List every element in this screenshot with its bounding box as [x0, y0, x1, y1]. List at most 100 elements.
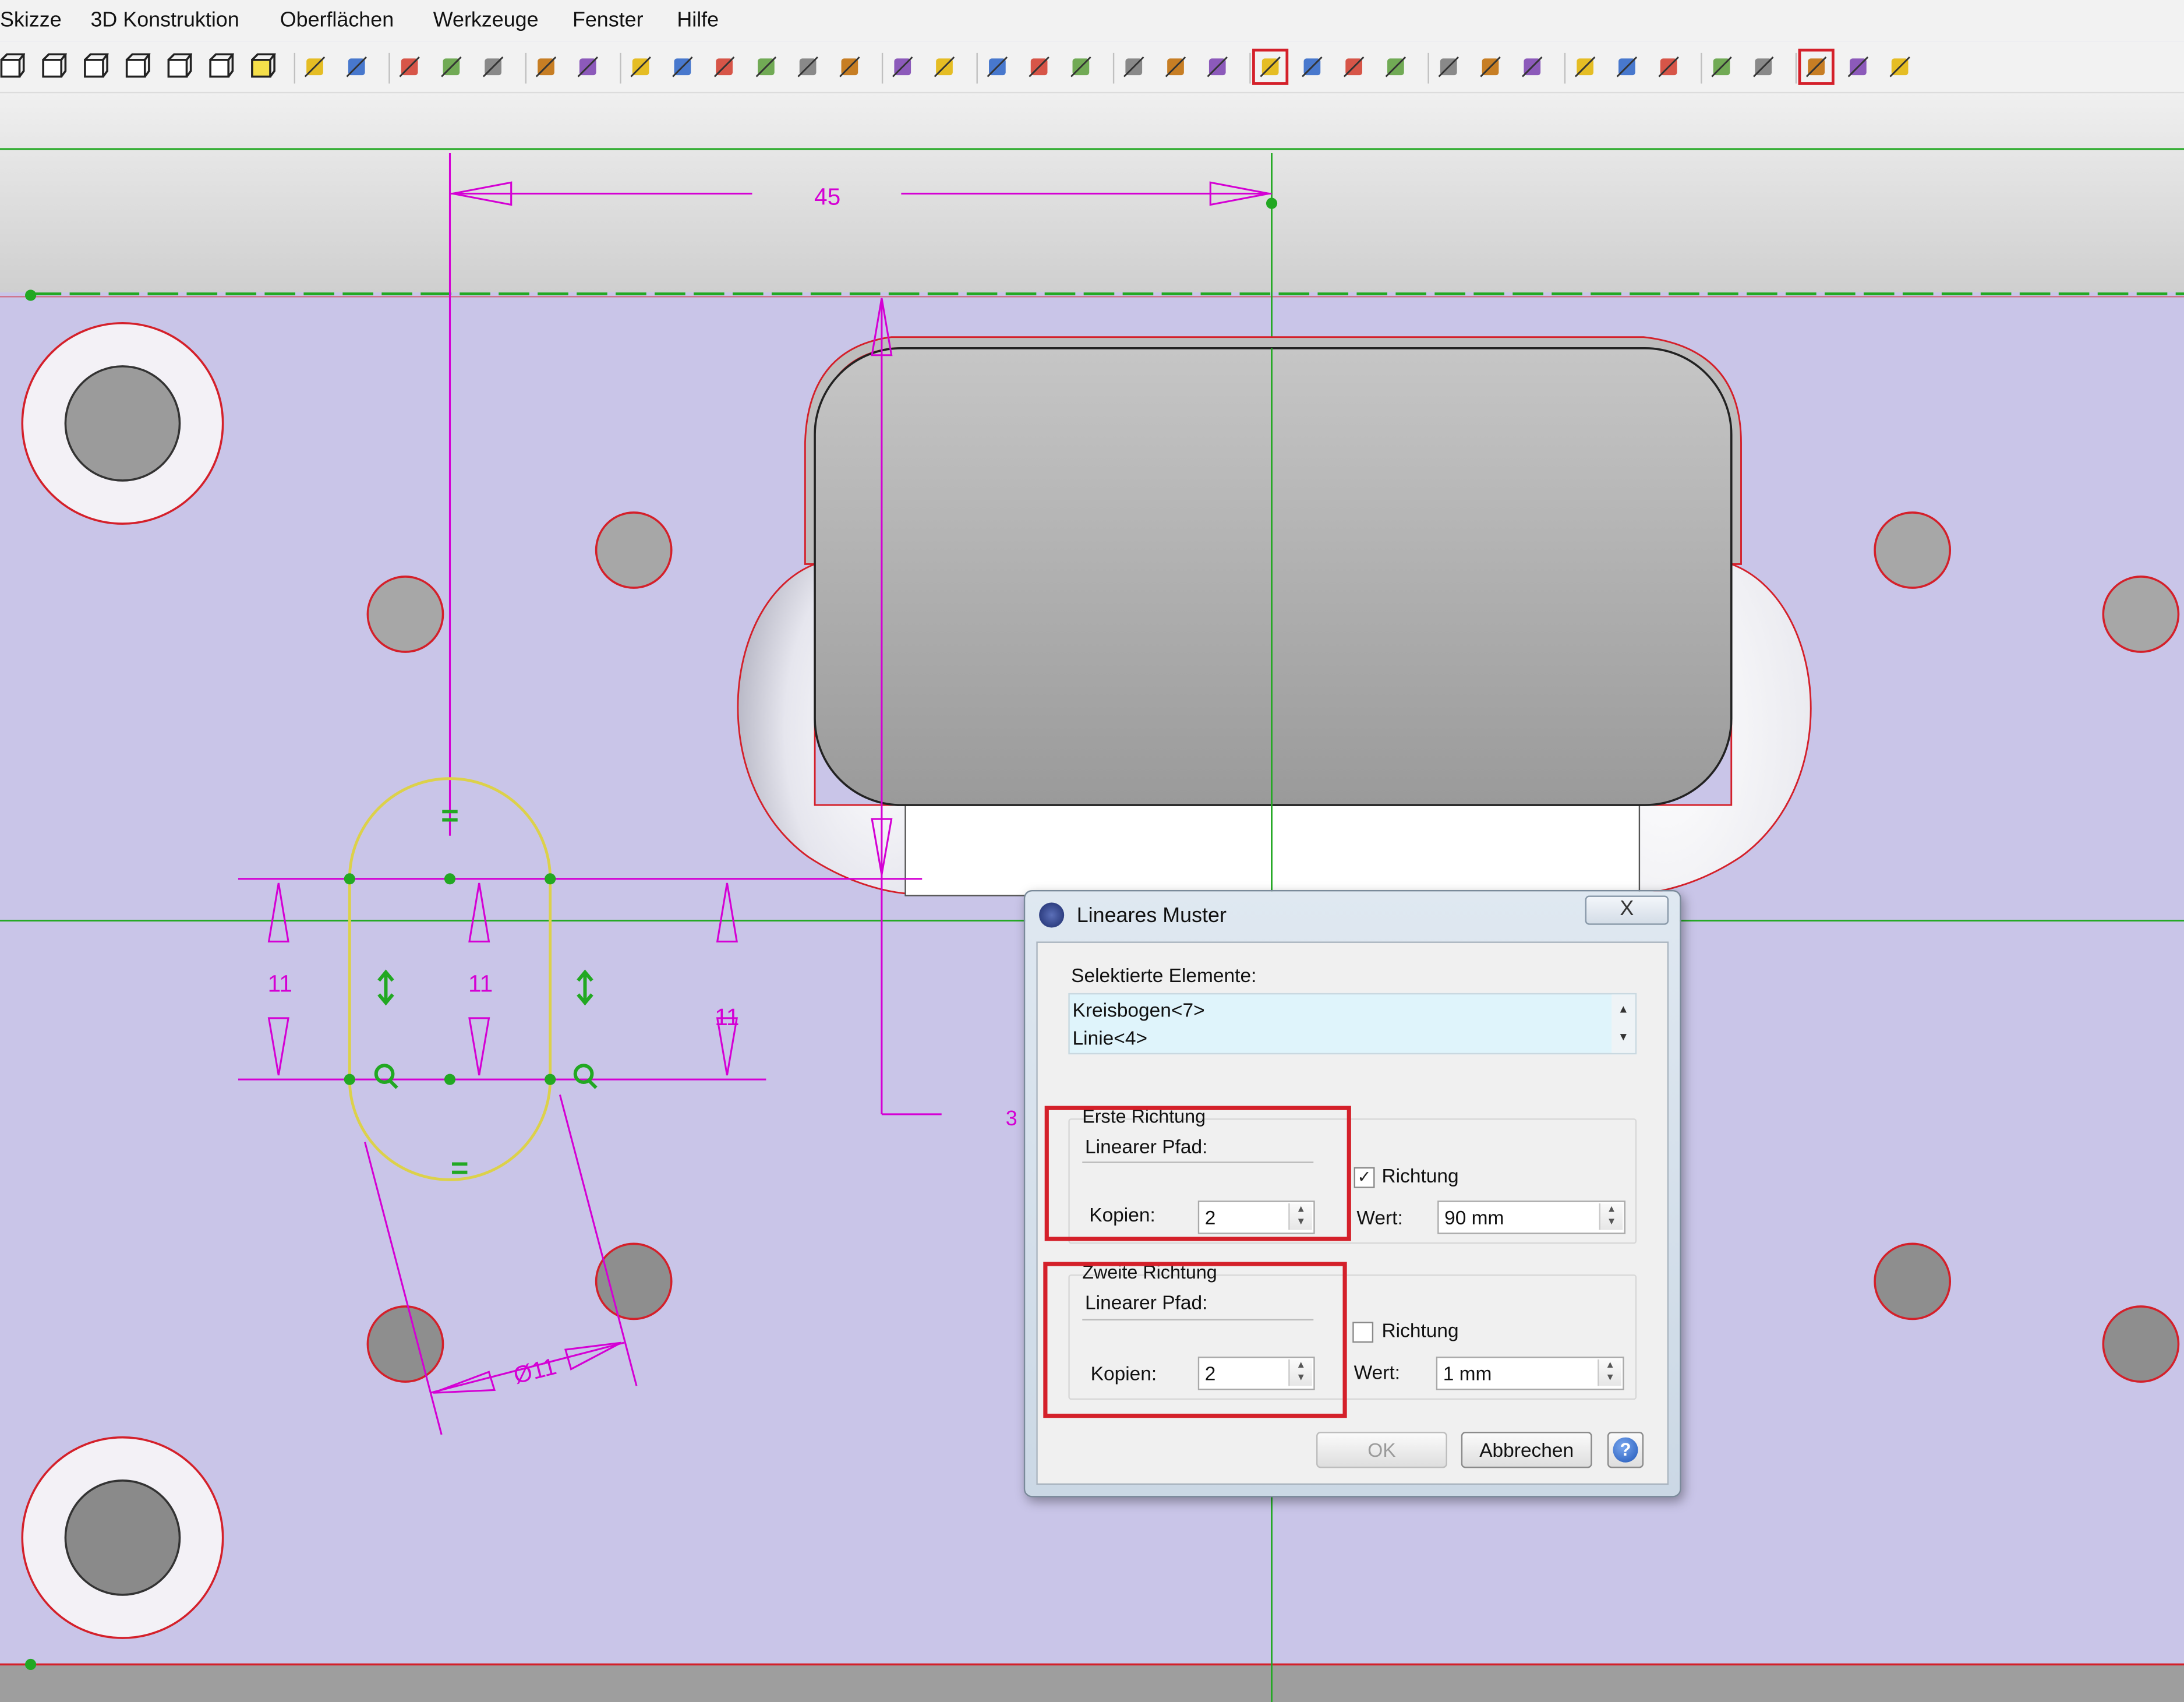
sketch-edit-icon[interactable]	[1252, 48, 1289, 85]
view-front-icon[interactable]	[0, 53, 26, 81]
toolbar-separator	[1427, 52, 1429, 84]
view-right-icon[interactable]	[122, 53, 151, 81]
first-value-field[interactable]: 90 mm ▲ ▼	[1437, 1200, 1625, 1234]
dialog-title: Lineares Muster	[1076, 903, 1227, 928]
dimension-partial[interactable]: 3	[1006, 1107, 1017, 1130]
dimension-11-right[interactable]: 11	[715, 1004, 739, 1030]
list-item[interactable]: Kreisbogen<7>	[1073, 998, 1205, 1021]
view-top-icon[interactable]	[164, 53, 193, 81]
app-logo-icon	[1039, 902, 1065, 928]
scroll-up-icon[interactable]: ▲	[1612, 1003, 1635, 1016]
selected-elements-list[interactable]: Kreisbogen<7> Linie<4> ▲ ▼	[1068, 993, 1637, 1055]
toolbar-separator	[1564, 52, 1566, 84]
profile-edit-icon[interactable]	[1203, 53, 1231, 81]
selected-elements-label: Selektierte Elemente:	[1071, 963, 1257, 986]
point-icon[interactable]	[711, 53, 738, 81]
dim-icon[interactable]	[983, 53, 1011, 81]
list-item[interactable]: Linie<4>	[1073, 1026, 1147, 1048]
toolbar-separator	[881, 52, 884, 84]
zoom-in-icon[interactable]	[1571, 53, 1599, 81]
render-icon[interactable]	[437, 53, 465, 81]
small-hole	[366, 1305, 444, 1383]
first-direction-label: Richtung	[1381, 1164, 1459, 1187]
small-hole	[2102, 575, 2180, 653]
rotate-icon[interactable]	[532, 53, 560, 81]
small-hole	[366, 575, 444, 653]
view-iso-icon[interactable]	[248, 53, 277, 81]
menu-skizze[interactable]: Skizze	[0, 8, 62, 32]
close-button[interactable]: X	[1585, 895, 1669, 925]
grid-icon[interactable]	[1298, 53, 1326, 81]
move-icon[interactable]	[1476, 53, 1504, 81]
cube-solid-icon[interactable]	[1798, 48, 1835, 85]
first-direction-highlight	[1044, 1106, 1351, 1241]
calc-icon[interactable]	[794, 53, 822, 81]
trim-icon[interactable]	[1381, 53, 1409, 81]
material-icon[interactable]	[574, 53, 602, 81]
toolbar-separator	[620, 52, 621, 84]
list-scrollbar[interactable]: ▲ ▼	[1612, 994, 1635, 1053]
help-icon: ?	[1613, 1437, 1638, 1463]
zoom-out-icon[interactable]	[1655, 53, 1683, 81]
back-icon[interactable]	[1708, 53, 1736, 81]
linear-pattern-dialog: Lineares Muster X Selektierte Elemente: …	[1023, 889, 1681, 1498]
menu-werkzeuge[interactable]: Werkzeuge	[433, 8, 539, 32]
spin-arrows-icon[interactable]: ▲ ▼	[1598, 1359, 1621, 1386]
measure-icon[interactable]	[752, 53, 780, 81]
undo-icon[interactable]	[301, 53, 329, 81]
profile-icon[interactable]	[1162, 53, 1190, 81]
zoom-window-icon[interactable]	[1613, 53, 1641, 81]
toolbar-separator	[388, 52, 390, 84]
box-render-icon[interactable]	[1886, 53, 1914, 81]
second-value-label: Wert:	[1353, 1361, 1401, 1383]
toolbar-separator	[1701, 52, 1702, 84]
rotate-view-icon[interactable]	[1518, 53, 1546, 81]
first-direction-checkbox[interactable]: ✓	[1353, 1167, 1375, 1188]
dialog-body: Selektierte Elemente: Kreisbogen<7> Lini…	[1036, 941, 1669, 1485]
second-direction-checkbox[interactable]	[1352, 1322, 1374, 1343]
small-hole	[595, 1242, 673, 1320]
dim-v-icon[interactable]	[1067, 53, 1095, 81]
view-left-icon[interactable]	[81, 53, 109, 81]
constraint-equal-bottom: =	[451, 1151, 469, 1185]
ok-button[interactable]: OK	[1316, 1432, 1447, 1468]
cube-wire-icon[interactable]	[1844, 53, 1872, 81]
part-icon[interactable]	[1120, 53, 1148, 81]
ruler-icon[interactable]	[889, 53, 917, 81]
toolbar-separator	[294, 52, 296, 84]
toolbar	[0, 41, 2184, 94]
redo-icon[interactable]	[342, 53, 370, 81]
menu-fenster[interactable]: Fenster	[572, 8, 644, 32]
spin-arrows-icon[interactable]: ▲ ▼	[1599, 1203, 1623, 1230]
forward-icon[interactable]	[1750, 53, 1777, 81]
toolbar-separator	[1112, 52, 1115, 84]
cancel-button[interactable]: Abbrechen	[1461, 1432, 1592, 1468]
second-direction-highlight	[1043, 1262, 1347, 1418]
bucket-icon[interactable]	[836, 53, 864, 81]
toolbar-separator	[976, 52, 978, 84]
star-icon[interactable]	[669, 53, 697, 81]
select-icon[interactable]	[1434, 53, 1462, 81]
second-direction-label: Richtung	[1381, 1319, 1459, 1341]
dimension-11-mid[interactable]: 11	[468, 970, 493, 997]
dimension-11-left[interactable]: 11	[268, 970, 292, 997]
small-hole	[1874, 511, 1952, 589]
view-bottom-icon[interactable]	[206, 53, 235, 81]
dimension-45[interactable]: 45	[814, 183, 840, 210]
dim-h-icon[interactable]	[1025, 53, 1053, 81]
scroll-down-icon[interactable]: ▼	[1612, 1030, 1635, 1043]
view-back-icon[interactable]	[39, 53, 68, 81]
help-button[interactable]: ?	[1607, 1432, 1644, 1468]
shade-icon[interactable]	[479, 53, 507, 81]
second-value-field[interactable]: 1 mm ▲ ▼	[1436, 1357, 1624, 1390]
balance-icon[interactable]	[931, 53, 959, 81]
second-value: 1 mm	[1443, 1362, 1492, 1385]
menu-hilfe[interactable]: Hilfe	[677, 8, 719, 32]
menu-3d-konstruktion[interactable]: 3D Konstruktion	[90, 8, 239, 32]
grid-2-icon[interactable]	[1340, 53, 1368, 81]
sketch-icon[interactable]	[627, 53, 655, 81]
layers-icon[interactable]	[395, 53, 423, 81]
menu-oberflaechen[interactable]: Oberflächen	[280, 8, 394, 32]
toolbar-separator	[1795, 52, 1797, 84]
mount-hole-top-left	[21, 322, 224, 525]
